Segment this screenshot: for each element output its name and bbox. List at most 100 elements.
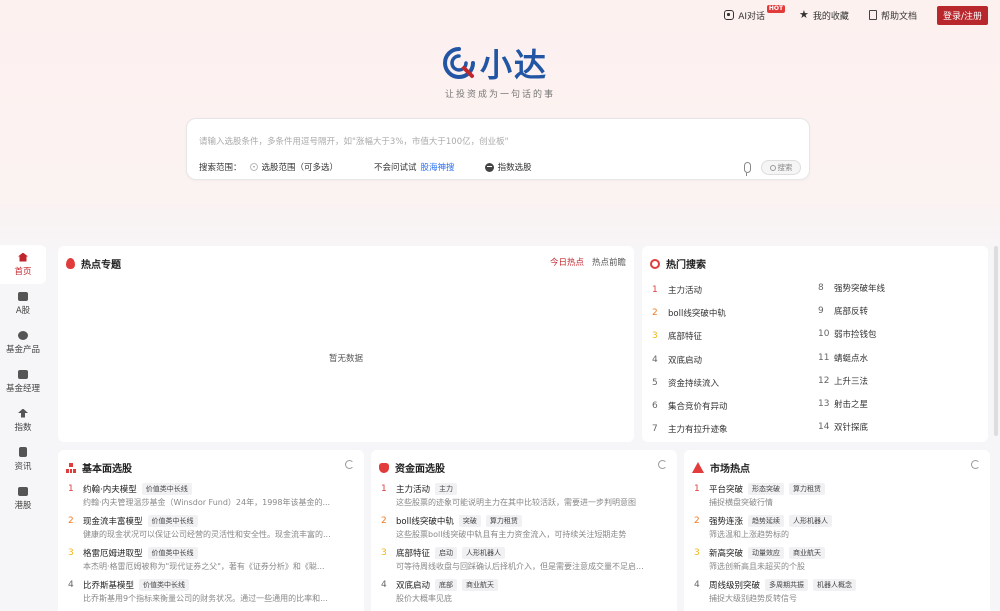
hot-search-label: 弱市捡钱包 (834, 330, 877, 341)
strategy-tag: 突破 (458, 515, 481, 527)
tab-hot-preview[interactable]: 热点前瞻 (592, 256, 626, 268)
strategy-tag: 趋势延续 (748, 515, 785, 527)
hot-search-left-column: 1 主力活动 2 boll线突破中轨 3 底部特征 4 双底启动 5 资金持续流入 6 集合… (652, 278, 728, 441)
rank-number: 1 (694, 484, 700, 494)
hot-search-item[interactable]: 8 强势突破年线 (818, 276, 885, 299)
hot-search-item[interactable]: 3 底部特征 (652, 325, 728, 348)
hot-search-item[interactable]: 2 boll线突破中轨 (652, 301, 728, 324)
strategy-name: 主力活动 (396, 485, 431, 495)
search-button[interactable]: 搜索 (761, 160, 801, 175)
list-item[interactable]: 2 boll线突破中轨 突破 算力租赁 这些股票boll线突破中轨且有主力资金流入，可… (381, 514, 667, 546)
hot-search-item[interactable]: 12 上升三法 (818, 369, 885, 392)
list-item[interactable]: 1 主力活动 主力 这些股票的迹象可能说明主力在其中比较活跃，需要进一步判明意图 (381, 482, 667, 514)
hot-topics-title-text: 热点专题 (81, 260, 121, 271)
hot-search-right-column: 8 强势突破年线 9 底部反转 10 弱市捡钱包 11 蜻蜓点水 12 上升三法 13 射击… (818, 276, 885, 439)
strategy-description: 捕捉大级别趋势反转信号 (709, 594, 797, 603)
rank-number: 7 (652, 424, 658, 435)
favorites-label: 我的收藏 (812, 11, 849, 22)
microphone-icon[interactable] (744, 162, 751, 176)
list-item[interactable]: 4 周线级别突破 多周期共振 机器人概念 捕捉大级别趋势反转信号 (694, 578, 980, 610)
top-nav: AI对话 HOT ★ 我的收藏 帮助文档 登录/注册 (724, 4, 988, 25)
list-item[interactable]: 1 平台突破 形态突破 算力租赁 捕捉横盘突破行情 (694, 482, 980, 514)
strategy-description: 约翰·内夫管理温莎基金（Winsdor Fund）24年，1998年该基金的..… (83, 498, 331, 507)
logo-mark-icon (443, 47, 475, 79)
rank-number: 5 (652, 377, 658, 388)
strategy-description: 筛选创新高且未超买的个股 (709, 562, 805, 571)
help-docs-link[interactable]: 帮助文档 (868, 9, 917, 22)
sidebar-item-index[interactable]: 指数 (0, 401, 46, 440)
index-arrow-icon (18, 408, 28, 418)
sidebar-item-label: 港股 (14, 500, 32, 511)
hot-search-icon (650, 258, 660, 269)
index-select-button[interactable]: 指数选股 (484, 161, 532, 173)
basic-screening-panel: 基本面选股 1 约翰·内夫模型 价值类中长线 约翰·内夫管理温莎基金（Winsdor… (58, 450, 364, 611)
list-item[interactable]: 4 双底启动 底部 商业航天 股价大概率见底 (381, 578, 667, 610)
rank-number: 12 (818, 375, 830, 386)
strategy-tag: 人形机器人 (789, 515, 833, 527)
sidebar-item-home[interactable]: 首页 (0, 245, 46, 284)
sidebar-item-news[interactable]: 资讯 (0, 440, 46, 479)
strategy-tag: 形态突破 (748, 483, 785, 495)
rank-number: 1 (652, 284, 658, 295)
brand-name: 小达 (480, 46, 549, 84)
strategy-name: 双底启动 (396, 581, 431, 591)
list-item[interactable]: 2 现金流丰富模型 价值类中长线 健康的现金状况可以保证公司经营的灵活性和安全性。现… (68, 514, 354, 546)
try-link[interactable]: 股海神搜 (421, 161, 455, 173)
search-input[interactable]: 请输入选股条件，多条件用逗号隔开，如"涨幅大于3%，市值大于100亿，创业板" (199, 135, 509, 147)
sidebar-item-fund-managers[interactable]: 基金经理 (0, 362, 46, 401)
hot-search-item[interactable]: 1 主力活动 (652, 278, 728, 301)
list-item[interactable]: 4 比乔斯基模型 价值类中长线 比乔斯基用9个指标来衡量公司的财务状况。通过一些通用… (68, 578, 354, 610)
rank-number: 9 (818, 305, 824, 316)
list-item[interactable]: 2 强势连涨 趋势延续 人形机器人 筛选温和上涨趋势标的 (694, 514, 980, 546)
hot-search-item[interactable]: 4 双底启动 (652, 348, 728, 371)
tab-today-hot[interactable]: 今日热点 (550, 256, 584, 268)
rank-number: 3 (68, 548, 74, 558)
refresh-icon[interactable] (658, 460, 667, 469)
hot-search-label: 主力有拉升迹象 (668, 425, 728, 436)
list-item[interactable]: 3 新高突破 动量效应 商业航天 筛选创新高且未超买的个股 (694, 546, 980, 578)
ai-chat-link[interactable]: AI对话 HOT (724, 4, 786, 22)
list-item[interactable]: 1 约翰·内夫模型 价值类中长线 约翰·内夫管理温莎基金（Winsdor Fund）… (68, 482, 354, 514)
brand-logo: 小达 (442, 42, 558, 84)
refresh-icon[interactable] (971, 460, 980, 469)
sidebar-item-a-shares[interactable]: A股 (0, 284, 46, 323)
hot-search-label: 上升三法 (834, 376, 869, 387)
hot-search-item[interactable]: 13 射击之星 (818, 392, 885, 415)
basic-screening-title-text: 基本面选股 (82, 464, 132, 475)
sidebar-item-hk-shares[interactable]: 港股 (0, 479, 46, 518)
strategy-name: 底部特征 (396, 549, 431, 559)
strategy-tag: 价值类中长线 (141, 483, 192, 495)
sidebar-item-fund-products[interactable]: 基金产品 (0, 323, 46, 362)
hot-search-item[interactable]: 7 主力有拉升迹象 (652, 418, 728, 441)
hot-search-item[interactable]: 5 资金持续流入 (652, 371, 728, 394)
hot-search-item[interactable]: 6 集合竞价有异动 (652, 394, 728, 417)
hot-search-label: 射击之星 (834, 400, 869, 411)
list-item[interactable]: 3 底部特征 启动 人形机器人 可等待周线收盘与回踩确认后择机介入，但是需要注意成交量… (381, 546, 667, 578)
money-bag-icon (379, 462, 389, 473)
strategy-description: 股价大概率见底 (396, 594, 452, 603)
page-scrollbar[interactable] (994, 246, 998, 436)
hot-search-item[interactable]: 9 底部反转 (818, 299, 885, 322)
login-button[interactable]: 登录/注册 (936, 5, 988, 25)
favorites-link[interactable]: ★ 我的收藏 (799, 9, 849, 22)
market-hotspot-title-text: 市场热点 (710, 464, 750, 475)
list-item[interactable]: 3 格雷厄姆进取型 价值类中长线 本杰明·格雷厄姆被称为"现代证券之父"，著有《证券… (68, 546, 354, 578)
brand-slogan: 让投资成为一句话的事 (444, 90, 555, 100)
sidebar-item-label: A股 (15, 305, 31, 316)
hot-search-panel: 热门搜索 1 主力活动 2 boll线突破中轨 3 底部特征 4 双底启动 5 资金持续流… (642, 246, 988, 442)
hot-search-item[interactable]: 14 双针探底 (818, 416, 885, 439)
hot-search-item[interactable]: 11 蜻蜓点水 (818, 346, 885, 369)
strategy-name: 约翰·内夫模型 (83, 485, 137, 495)
scope-select[interactable]: 选股范围（可多选） (249, 161, 338, 173)
index-icon (484, 162, 494, 172)
hot-search-item[interactable]: 10 弱市捡钱包 (818, 323, 885, 346)
fund-screening-title-text: 资金面选股 (395, 464, 445, 475)
hot-search-title: 热门搜索 (650, 256, 706, 271)
scope-label: 搜索范围： (199, 163, 242, 173)
sidebar-item-label: 指数 (14, 422, 32, 433)
strategy-tag: 价值类中长线 (147, 515, 198, 527)
rank-number: 8 (818, 282, 824, 293)
hot-search-label: 主力活动 (668, 285, 703, 296)
refresh-icon[interactable] (345, 460, 354, 469)
strategy-description: 可等待周线收盘与回踩确认后择机介入，但是需要注意成交量不足启... (396, 562, 644, 571)
